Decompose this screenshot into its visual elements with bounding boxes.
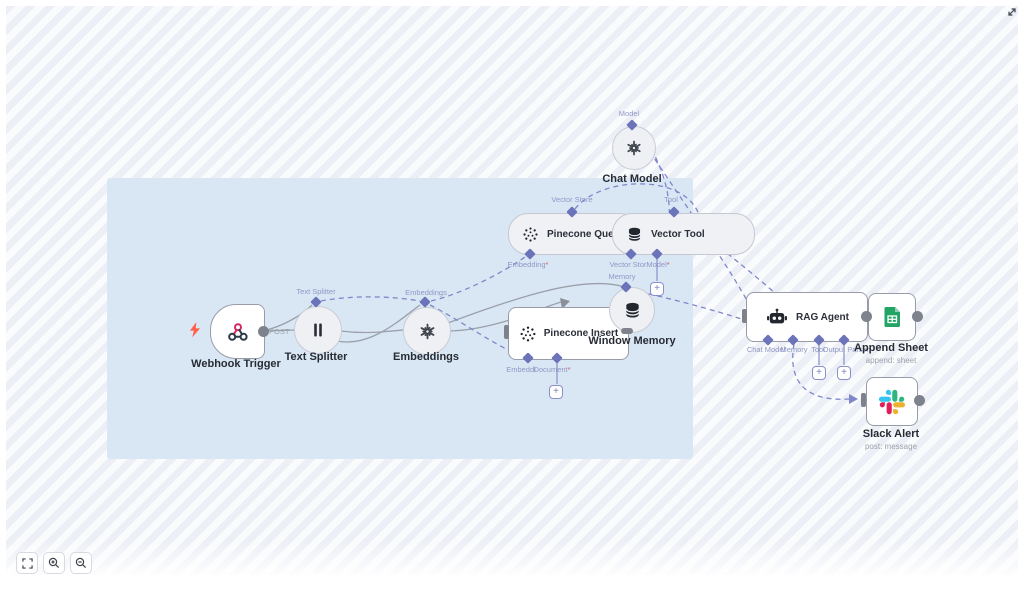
fit-view-button[interactable] <box>16 552 38 574</box>
chat-model-node[interactable] <box>612 126 656 170</box>
webhook-trigger-node[interactable] <box>210 304 265 359</box>
vector-tool-vector-store-label: Vector Stor <box>609 260 646 269</box>
append-sheet-operation-label: append: sheet <box>866 356 917 365</box>
rag-agent-node[interactable]: RAG Agent <box>746 292 868 342</box>
pinecone-insert-document-add-button[interactable]: + <box>549 385 563 399</box>
rag-agent-chat-model-label: Chat Model <box>747 345 785 354</box>
database-icon <box>626 226 643 243</box>
slack-alert-output-port[interactable] <box>914 395 925 406</box>
zoom-out-icon <box>75 557 87 569</box>
embeddings-node[interactable] <box>403 307 451 355</box>
fit-view-icon <box>22 558 33 569</box>
trigger-bolt-icon <box>188 322 202 338</box>
embeddings-input-label: Embeddings <box>405 288 447 297</box>
window-memory-anchor[interactable] <box>621 328 633 334</box>
expand-canvas-button[interactable] <box>1004 4 1020 20</box>
robot-icon <box>765 305 789 329</box>
connections-layer <box>6 6 1018 575</box>
vector-tool-node[interactable]: Vector Tool <box>612 213 755 255</box>
vector-tool-model-add-button[interactable]: + <box>650 282 664 296</box>
text-splitter-node-label: Text Splitter <box>285 351 348 363</box>
rag-agent-output-parser-add-button[interactable]: + <box>837 366 851 380</box>
chat-model-output-label: Model <box>619 109 639 118</box>
vector-tool-label: Vector Tool <box>651 229 705 240</box>
rag-agent-memory-label: Memory <box>780 345 807 354</box>
arrowhead-slack <box>849 394 858 404</box>
window-memory-node-label: Window Memory <box>588 335 675 347</box>
rag-agent-tool-add-button[interactable]: + <box>812 366 826 380</box>
append-sheet-node-label: Append Sheet <box>854 342 928 354</box>
slack-alert-input-port[interactable] <box>861 393 866 407</box>
vector-tool-model-label: Model* <box>646 260 669 269</box>
pinecone-insert-document-label: Document* <box>533 365 570 374</box>
openai-icon <box>418 322 437 341</box>
append-sheet-node[interactable] <box>868 293 916 341</box>
text-splitter-input-label: Text Splitter <box>296 287 335 296</box>
openai-icon <box>625 139 643 157</box>
workflow-canvas[interactable]: Automated workflow: New Job Application … <box>6 6 1018 575</box>
window-memory-memory-label: Memory <box>608 272 635 281</box>
pinecone-insert-input-port[interactable] <box>504 325 509 339</box>
window-memory-node[interactable] <box>609 287 655 333</box>
slack-icon <box>878 388 906 416</box>
webhook-icon <box>226 320 250 344</box>
zoom-in-icon <box>48 557 60 569</box>
rag-agent-output-port[interactable] <box>861 311 872 322</box>
rag-agent-label: RAG Agent <box>796 312 849 323</box>
slack-alert-operation-label: post: message <box>865 442 917 451</box>
zoom-out-button[interactable] <box>70 552 92 574</box>
slack-alert-node[interactable] <box>866 377 918 426</box>
pinecone-insert-embedding-label: Embeddi <box>506 365 536 374</box>
webhook-output-label: POST <box>269 327 289 336</box>
expand-icon <box>1006 6 1018 18</box>
pinecone-query-vector-store-label: Vector Store <box>551 195 592 204</box>
slack-alert-node-label: Slack Alert <box>863 428 919 440</box>
webhook-node-label: Webhook Trigger <box>191 358 281 370</box>
text-splitter-node[interactable] <box>294 306 342 354</box>
pinecone-query-embedding-label: Embedding* <box>508 260 549 269</box>
rag-agent-input-port[interactable] <box>742 309 747 323</box>
webhook-output-port[interactable] <box>258 326 269 337</box>
database-icon <box>623 301 642 320</box>
vector-tool-tool-label: Tool <box>664 195 678 204</box>
chat-model-node-label: Chat Model <box>602 173 661 185</box>
embeddings-node-label: Embeddings <box>393 351 459 363</box>
text-splitter-icon <box>310 322 326 338</box>
pinecone-icon <box>519 325 537 343</box>
pinecone-icon <box>522 226 539 243</box>
google-sheets-icon <box>880 305 904 329</box>
append-sheet-output-port[interactable] <box>912 311 923 322</box>
zoom-in-button[interactable] <box>43 552 65 574</box>
